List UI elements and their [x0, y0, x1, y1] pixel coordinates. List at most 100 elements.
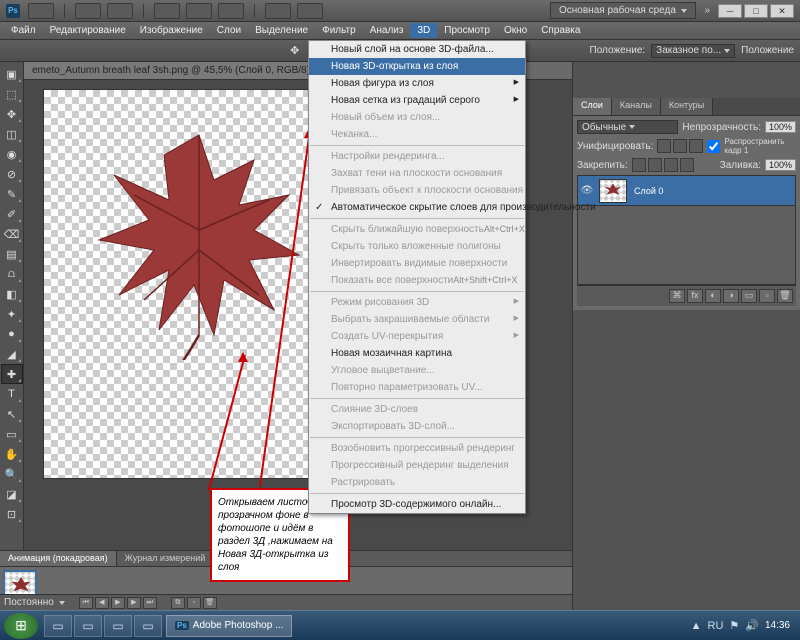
propagate-checkbox[interactable] — [707, 140, 720, 153]
menu-файл[interactable]: Файл — [4, 23, 43, 38]
loop-dropdown[interactable]: Постоянно — [4, 597, 54, 608]
panel-tab[interactable]: Анимация (покадровая) — [0, 551, 117, 566]
tool-button[interactable]: ↖ — [1, 404, 23, 424]
titlebar-tool[interactable] — [154, 3, 180, 19]
tool-button[interactable]: ✎ — [1, 184, 23, 204]
preset-dropdown[interactable]: Заказное по... — [651, 44, 735, 58]
menu-анализ[interactable]: Анализ — [363, 23, 411, 38]
group-icon[interactable]: ▭ — [741, 289, 757, 303]
tool-button[interactable]: ◪ — [1, 484, 23, 504]
minimize-button[interactable]: ─ — [718, 4, 742, 18]
lock-icon[interactable] — [648, 158, 662, 172]
taskbar-icon[interactable]: ▭ — [104, 615, 132, 637]
titlebar-tool[interactable] — [75, 3, 101, 19]
menu-item[interactable]: Автоматическое скрытие слоев для произво… — [309, 199, 525, 216]
tool-button[interactable]: ▤ — [1, 244, 23, 264]
menu-3d[interactable]: 3D — [410, 23, 437, 38]
tool-button[interactable]: ▭ — [1, 424, 23, 444]
menu-просмотр[interactable]: Просмотр — [437, 23, 497, 38]
tray-icon[interactable]: 🔊 — [745, 619, 759, 632]
delete-frame-button[interactable]: 🗑 — [203, 597, 217, 609]
menu-изображение[interactable]: Изображение — [133, 23, 210, 38]
menu-фильтр[interactable]: Фильтр — [315, 23, 363, 38]
tool-button[interactable]: ⊡ — [1, 504, 23, 524]
tool-button[interactable]: ◧ — [1, 284, 23, 304]
menu-справка[interactable]: Справка — [534, 23, 587, 38]
next-frame-button[interactable]: ▶ — [127, 597, 141, 609]
menu-слои[interactable]: Слои — [210, 23, 248, 38]
clock[interactable]: 14:36 — [765, 620, 790, 631]
tool-button[interactable]: ⩍ — [1, 264, 23, 284]
tool-button[interactable]: ▣ — [1, 64, 23, 84]
tray-icon[interactable]: ▲ — [691, 620, 702, 632]
titlebar-tool[interactable] — [107, 3, 133, 19]
menu-item[interactable]: Новая 3D-открытка из слоя — [309, 58, 525, 75]
adjustment-icon[interactable]: ◑ — [723, 289, 739, 303]
layer-thumbnail[interactable] — [599, 179, 627, 203]
maximize-button[interactable]: □ — [744, 4, 768, 18]
titlebar-tool[interactable] — [186, 3, 212, 19]
menu-item[interactable]: Новая фигура из слоя — [309, 75, 525, 92]
menu-item[interactable]: Новая сетка из градаций серого — [309, 92, 525, 109]
taskbar-icon[interactable]: ▭ — [74, 615, 102, 637]
panel-tab[interactable]: Контуры — [661, 98, 713, 115]
opacity-value[interactable]: 100% — [765, 121, 796, 133]
tray-lang[interactable]: RU — [708, 620, 724, 632]
new-layer-icon[interactable]: ▫ — [759, 289, 775, 303]
menu-item[interactable]: Новый слой на основе 3D-файла... — [309, 41, 525, 58]
tool-button[interactable]: ⊘ — [1, 164, 23, 184]
panel-tab[interactable]: Каналы — [612, 98, 661, 115]
fx-icon[interactable]: fx — [687, 289, 703, 303]
unify-icon[interactable] — [689, 139, 703, 153]
mask-icon[interactable]: ◐ — [705, 289, 721, 303]
titlebar-tool[interactable] — [265, 3, 291, 19]
tween-button[interactable]: ⧉ — [171, 597, 185, 609]
taskbar-app[interactable]: Ps Adobe Photoshop ... — [166, 615, 292, 637]
visibility-icon[interactable]: 👁 — [578, 185, 596, 196]
layer-row[interactable]: 👁 Слой 0 — [578, 176, 795, 206]
play-button[interactable]: ▶ — [111, 597, 125, 609]
tool-button[interactable]: ⌫ — [1, 224, 23, 244]
first-frame-button[interactable]: ⏮ — [79, 597, 93, 609]
lock-icon[interactable] — [664, 158, 678, 172]
panel-tab[interactable]: Журнал измерений — [117, 551, 215, 566]
delete-icon[interactable]: 🗑 — [777, 289, 793, 303]
blend-mode-dropdown[interactable]: Обычные — [577, 120, 678, 134]
tool-button[interactable]: ✋ — [1, 444, 23, 464]
tool-button[interactable]: 🔍 — [1, 464, 23, 484]
workspace-selector[interactable]: Основная рабочая среда — [550, 2, 696, 19]
taskbar-icon[interactable]: ▭ — [44, 615, 72, 637]
start-button[interactable]: ⊞ — [4, 613, 38, 639]
menu-выделение[interactable]: Выделение — [248, 23, 315, 38]
tool-button[interactable]: T — [1, 384, 23, 404]
tool-button[interactable]: ✦ — [1, 304, 23, 324]
close-button[interactable]: ✕ — [770, 4, 794, 18]
tray-icon[interactable]: ⚑ — [729, 619, 739, 632]
tool-button[interactable]: ◫ — [1, 124, 23, 144]
tool-button[interactable]: ◢ — [1, 344, 23, 364]
new-frame-button[interactable]: ▫ — [187, 597, 201, 609]
menu-item[interactable]: Просмотр 3D-содержимого онлайн... — [309, 496, 525, 513]
tool-button[interactable]: ● — [1, 324, 23, 344]
tool-button[interactable]: ◉ — [1, 144, 23, 164]
document-tab[interactable]: emeto_Autumn breath leaf 3sh.png @ 45,5%… — [24, 62, 330, 79]
titlebar-tool[interactable] — [28, 3, 54, 19]
last-frame-button[interactable]: ⏭ — [143, 597, 157, 609]
fill-value[interactable]: 100% — [765, 159, 796, 171]
tool-button[interactable]: ⬚ — [1, 84, 23, 104]
taskbar-icon[interactable]: ▭ — [134, 615, 162, 637]
tool-button[interactable]: ✥ — [1, 104, 23, 124]
current-tool-icon[interactable]: ✥ — [284, 41, 306, 61]
titlebar-tool[interactable] — [297, 3, 323, 19]
lock-icon[interactable] — [680, 158, 694, 172]
unify-icon[interactable] — [657, 139, 671, 153]
titlebar-tool[interactable] — [218, 3, 244, 19]
tool-button[interactable]: ✚ — [1, 364, 23, 384]
menu-редактирование[interactable]: Редактирование — [43, 23, 133, 38]
unify-icon[interactable] — [673, 139, 687, 153]
tool-button[interactable]: ✐ — [1, 204, 23, 224]
panel-tab[interactable]: Слои — [573, 98, 612, 115]
menu-окно[interactable]: Окно — [497, 23, 534, 38]
menu-item[interactable]: Новая мозаичная картина — [309, 345, 525, 362]
prev-frame-button[interactable]: ◀ — [95, 597, 109, 609]
